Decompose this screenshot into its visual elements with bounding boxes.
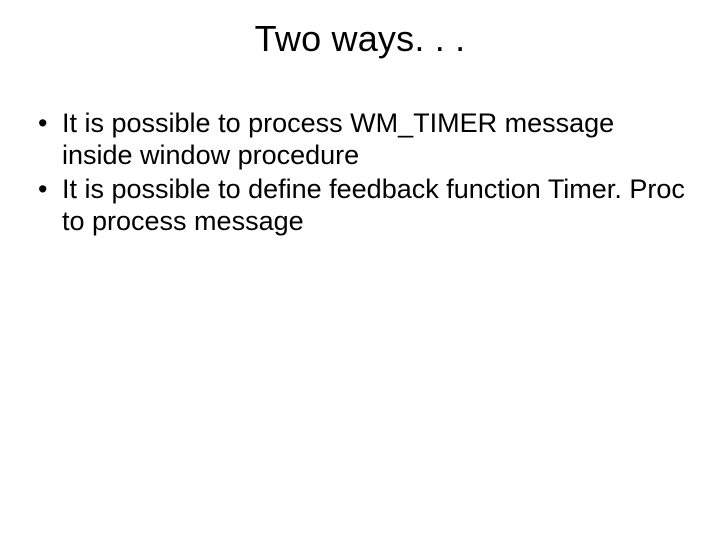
slide-title: Two ways. . .: [30, 18, 690, 60]
list-item: It is possible to define feedback functi…: [34, 174, 690, 238]
bullet-list: It is possible to process WM_TIMER messa…: [30, 108, 690, 237]
list-item: It is possible to process WM_TIMER messa…: [34, 108, 690, 172]
slide-container: Two ways. . . It is possible to process …: [0, 0, 720, 540]
